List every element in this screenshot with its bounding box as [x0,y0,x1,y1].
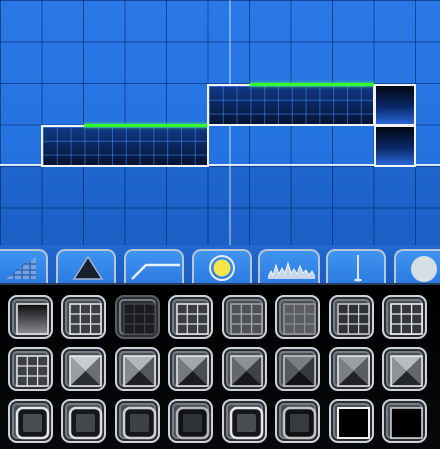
pyramid-block-icon [337,355,370,387]
block-platform-high[interactable] [207,84,375,126]
slope-icon [6,257,36,279]
palette-block-pyramid-1[interactable] [61,347,106,391]
palette-block-gradient[interactable] [8,295,53,339]
palette-block-grid-mid[interactable] [329,295,374,339]
frame-block-icon [282,406,317,440]
tab-rods[interactable] [326,249,386,283]
palette-block-pyramid-7[interactable] [382,347,427,391]
palette-block-frame-2[interactable] [61,399,106,443]
ramp-icon [131,263,180,280]
palette-block-pyramid-4[interactable] [222,347,267,391]
palette-block-frame-3[interactable] [115,399,160,443]
glow-edge-high [250,83,374,86]
pyramid-block-icon [230,355,263,387]
palette-block-grid-3x3[interactable] [61,295,106,339]
pyramid-block-icon [283,355,316,387]
glow-edge-low [84,124,208,127]
black-block-icon [390,407,423,439]
spike-icon [72,255,104,280]
tab-ground-spikes[interactable] [258,249,320,283]
palette-block-frame-1[interactable] [8,399,53,443]
palette-block-frame-6[interactable] [275,399,320,443]
palette-block-frame-4[interactable] [168,399,213,443]
orb-icon [209,255,235,281]
black-block-icon [337,407,370,439]
palette-block-grid-bright[interactable] [382,295,427,339]
frame-block-icon [68,406,103,440]
block-pillar-top[interactable] [374,84,416,126]
grid-block-icon [69,303,102,335]
palette-block-pyramid-6[interactable] [329,347,374,391]
level-editor [0,0,440,449]
bright-grid-block-icon [390,303,423,335]
palette-block-grid-light[interactable] [168,295,213,339]
frame-block-icon [229,406,264,440]
tab-circles[interactable] [394,249,440,283]
outline-grid-block-icon [16,355,49,387]
pyramid-block-icon [390,355,423,387]
rod-icon [354,255,362,282]
block-pillar-bottom[interactable] [374,125,416,167]
palette-block-pyramid-2[interactable] [115,347,160,391]
category-tab-bar [0,245,440,283]
gradient-block-icon [16,303,49,335]
pyramid-block-icon [123,355,156,387]
palette-block-grid-outline[interactable] [8,347,53,391]
tab-slopes[interactable] [0,249,48,283]
light-grid-block-icon [176,303,209,335]
mid-grid-block-icon [337,303,370,335]
frame-block-icon [175,406,210,440]
tab-spikes[interactable] [56,249,116,283]
dark-grid-block-icon [123,303,156,335]
frame-block-icon [15,406,50,440]
palette-block-pyramid-5[interactable] [275,347,320,391]
object-palette [0,283,440,449]
ground-area [0,166,440,245]
palette-block-black-2[interactable] [382,399,427,443]
circle-icon [411,256,437,282]
frame-block-icon [122,406,157,440]
level-canvas[interactable] [0,0,440,245]
tab-orbs[interactable] [192,249,252,283]
ground-spikes-icon [267,261,316,279]
palette-block-pyramid-3[interactable] [168,347,213,391]
palette-block-black-1[interactable] [329,399,374,443]
tab-ramps[interactable] [124,249,184,283]
pyramid-block-icon [176,355,209,387]
plain-grid-block-icon [230,303,263,335]
block-platform-low[interactable] [41,125,209,167]
palette-block-grid-plain[interactable] [222,295,267,339]
dim-grid-block-icon [283,303,316,335]
palette-block-grid-dark[interactable] [115,295,160,339]
palette-block-frame-5[interactable] [222,399,267,443]
palette-block-grid-dim[interactable] [275,295,320,339]
pyramid-block-icon [69,355,102,387]
